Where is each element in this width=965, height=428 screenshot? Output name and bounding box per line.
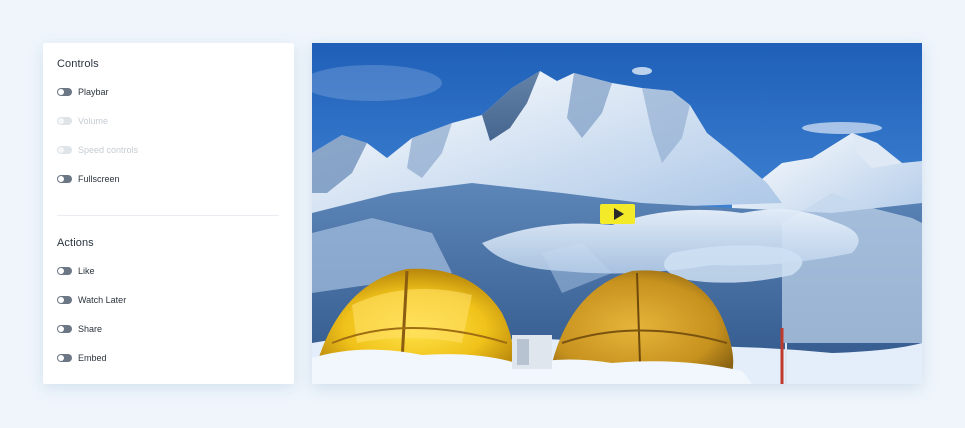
toggle-switch[interactable]	[57, 325, 72, 333]
toggle-switch[interactable]	[57, 146, 72, 154]
toggle-label: Watch Later	[78, 295, 127, 305]
toggle-switch[interactable]	[57, 267, 72, 275]
toggle-switch[interactable]	[57, 88, 72, 96]
toggle-speed-controls[interactable]: Speed controls	[57, 143, 138, 157]
toggle-switch[interactable]	[57, 175, 72, 183]
toggle-playbar[interactable]: Playbar	[57, 85, 109, 99]
play-icon	[613, 208, 624, 220]
actions-heading: Actions	[57, 237, 94, 249]
toggle-label: Like	[78, 266, 95, 276]
options-panel: Controls Playbar Volume Speed controls F…	[43, 43, 294, 384]
toggle-switch[interactable]	[57, 354, 72, 362]
toggle-label: Speed controls	[78, 145, 139, 155]
toggle-label: Share	[78, 324, 103, 334]
play-button[interactable]	[600, 204, 635, 224]
toggle-label: Playbar	[78, 87, 109, 97]
section-divider	[57, 215, 279, 216]
toggle-like[interactable]: Like	[57, 264, 95, 278]
toggle-label: Volume	[78, 116, 109, 126]
toggle-watch-later[interactable]: Watch Later	[57, 293, 126, 307]
toggle-switch[interactable]	[57, 117, 72, 125]
toggle-label: Embed	[78, 353, 107, 363]
controls-heading: Controls	[57, 58, 99, 70]
toggle-share[interactable]: Share	[57, 322, 102, 336]
toggle-volume[interactable]: Volume	[57, 114, 108, 128]
toggle-switch[interactable]	[57, 296, 72, 304]
toggle-label: Fullscreen	[78, 174, 120, 184]
video-player[interactable]	[312, 43, 922, 384]
toggle-fullscreen[interactable]: Fullscreen	[57, 172, 120, 186]
toggle-embed[interactable]: Embed	[57, 351, 107, 365]
